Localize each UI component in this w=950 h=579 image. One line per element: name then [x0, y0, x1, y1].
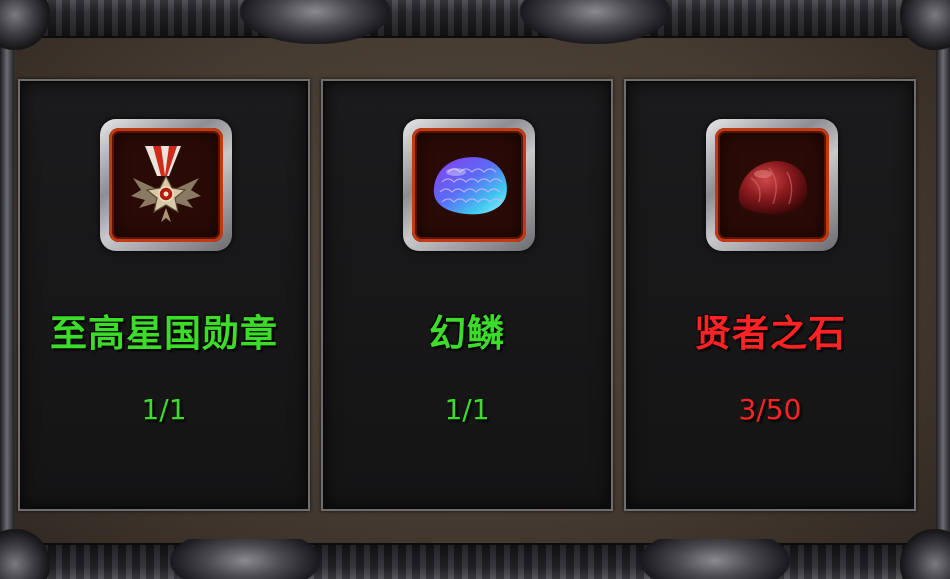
corner-ornament: [900, 0, 950, 50]
item-slot[interactable]: [403, 119, 535, 251]
item-slot-inner: [412, 128, 526, 242]
bottom-ornament: [170, 539, 320, 579]
top-ornament: [520, 0, 670, 44]
scale-icon: [433, 157, 507, 215]
item-slot[interactable]: [100, 119, 232, 251]
bottom-ornament: [640, 539, 790, 579]
item-card[interactable]: 贤者之石 3/50: [624, 79, 916, 511]
corner-ornament: [900, 529, 950, 579]
ornate-bottom-border: [0, 543, 950, 579]
corner-ornament: [0, 0, 50, 50]
item-card[interactable]: 幻鳞 1/1: [321, 79, 613, 511]
item-slot[interactable]: [706, 119, 838, 251]
item-count: 3/50: [738, 393, 802, 426]
right-border: [936, 20, 950, 559]
item-slot-inner: [715, 128, 829, 242]
top-ornament: [240, 0, 390, 44]
item-card[interactable]: 至高星国勋章 1/1: [18, 79, 310, 511]
left-border: [0, 20, 14, 559]
item-name: 贤者之石: [694, 312, 846, 355]
item-name: 幻鳞: [429, 312, 505, 355]
item-card-list: 至高星国勋章 1/1 幻鳞 1/1 贤者之石 3/50: [18, 79, 918, 511]
item-name: 至高星国勋章: [50, 312, 278, 355]
item-count: 1/1: [444, 393, 490, 426]
stone-icon: [738, 161, 808, 214]
medal-icon: [131, 146, 201, 222]
requirements-panel: 至高星国勋章 1/1 幻鳞 1/1 贤者之石 3/50: [0, 0, 950, 579]
item-slot-inner: [109, 128, 223, 242]
item-count: 1/1: [141, 393, 187, 426]
corner-ornament: [0, 529, 50, 579]
ornate-top-border: [0, 0, 950, 38]
